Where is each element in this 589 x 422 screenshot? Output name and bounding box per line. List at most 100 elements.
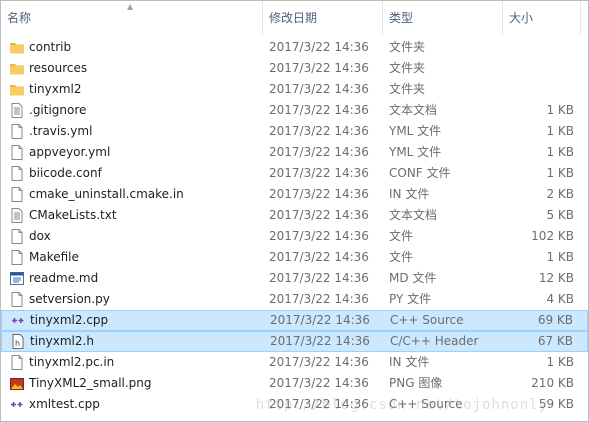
file-name: CMakeLists.txt	[29, 208, 117, 222]
file-type: 文件夹	[389, 61, 426, 75]
file-row[interactable]: readme.md 2017/3/22 14:36 MD 文件 12 KB	[1, 268, 588, 289]
file-row[interactable]: TinyXML2_small.png 2017/3/22 14:36 PNG 图…	[1, 373, 588, 394]
folder-icon	[9, 82, 25, 97]
svg-text:h: h	[15, 339, 20, 348]
file-type: C/C++ Header	[390, 334, 479, 348]
file-size: 69 KB	[537, 313, 573, 327]
file-type: IN 文件	[389, 355, 430, 369]
file-name: contrib	[29, 40, 72, 54]
file-row[interactable]: contrib 2017/3/22 14:36 文件夹	[1, 37, 588, 58]
blank-file-icon	[9, 292, 25, 307]
file-size: 5 KB	[546, 208, 574, 222]
file-type: CONF 文件	[389, 166, 451, 180]
file-type: 文本文档	[389, 208, 438, 222]
column-header-name[interactable]: 名称 ▲	[1, 1, 263, 34]
blank-file-icon	[9, 250, 25, 265]
file-row[interactable]: Makefile 2017/3/22 14:36 文件 1 KB	[1, 247, 588, 268]
file-size: 1 KB	[546, 355, 574, 369]
file-name: tinyxml2.h	[30, 334, 94, 348]
file-type: YML 文件	[389, 145, 442, 159]
folder-icon	[9, 40, 25, 55]
file-size: 1 KB	[546, 166, 574, 180]
file-date: 2017/3/22 14:36	[269, 187, 369, 201]
file-date: 2017/3/22 14:36	[269, 61, 369, 75]
file-row[interactable]: appveyor.yml 2017/3/22 14:36 YML 文件 1 KB	[1, 142, 588, 163]
file-type: 文件夹	[389, 82, 426, 96]
file-row[interactable]: CMakeLists.txt 2017/3/22 14:36 文本文档 5 KB	[1, 205, 588, 226]
file-size: 1 KB	[546, 103, 574, 117]
file-size: 1 KB	[546, 145, 574, 159]
file-row[interactable]: tinyxml2.pc.in 2017/3/22 14:36 IN 文件 1 K…	[1, 352, 588, 373]
file-date: 2017/3/22 14:36	[269, 397, 369, 411]
cpp-file-icon	[10, 313, 26, 328]
file-type: PNG 图像	[389, 376, 443, 390]
file-size: 67 KB	[537, 334, 573, 348]
blank-file-icon	[9, 166, 25, 181]
file-name: .gitignore	[29, 103, 87, 117]
file-type: PY 文件	[389, 292, 432, 306]
column-header-name-label: 名称	[7, 11, 32, 25]
file-size: 1 KB	[546, 124, 574, 138]
file-size: 2 KB	[546, 187, 574, 201]
file-row[interactable]: cmake_uninstall.cmake.in 2017/3/22 14:36…	[1, 184, 588, 205]
file-size: 210 KB	[531, 376, 574, 390]
file-date: 2017/3/22 14:36	[269, 166, 369, 180]
file-row[interactable]: dox 2017/3/22 14:36 文件 102 KB	[1, 226, 588, 247]
file-type: YML 文件	[389, 124, 442, 138]
file-row[interactable]: xmltest.cpp 2017/3/22 14:36 C++ Source 5…	[1, 394, 588, 415]
file-type: C++ Source	[389, 397, 463, 411]
column-header-size[interactable]: 大小	[503, 1, 581, 34]
file-row[interactable]: .travis.yml 2017/3/22 14:36 YML 文件 1 KB	[1, 121, 588, 142]
blank-file-icon	[9, 145, 25, 160]
file-name: appveyor.yml	[29, 145, 111, 159]
file-date: 2017/3/22 14:36	[269, 208, 369, 222]
file-date: 2017/3/22 14:36	[269, 271, 369, 285]
file-name: cmake_uninstall.cmake.in	[29, 187, 184, 201]
markdown-file-icon	[9, 271, 25, 286]
file-type: C++ Source	[390, 313, 464, 327]
blank-file-icon	[9, 229, 25, 244]
file-date: 2017/3/22 14:36	[269, 229, 369, 243]
text-file-icon	[9, 208, 25, 223]
column-header-type[interactable]: 类型	[383, 1, 503, 34]
file-name: tinyxml2	[29, 82, 82, 96]
file-size: 1 KB	[546, 250, 574, 264]
file-name: readme.md	[29, 271, 99, 285]
file-date: 2017/3/22 14:36	[269, 376, 369, 390]
blank-file-icon	[9, 355, 25, 370]
file-date: 2017/3/22 14:36	[269, 124, 369, 138]
text-file-icon	[9, 103, 25, 118]
folder-icon	[9, 61, 25, 76]
file-row[interactable]: biicode.conf 2017/3/22 14:36 CONF 文件 1 K…	[1, 163, 588, 184]
blank-file-icon	[9, 187, 25, 202]
file-row[interactable]: tinyxml2 2017/3/22 14:36 文件夹	[1, 79, 588, 100]
file-row[interactable]: setversion.py 2017/3/22 14:36 PY 文件 4 KB	[1, 289, 588, 310]
file-type: 文件	[389, 229, 414, 243]
file-size: 102 KB	[531, 229, 574, 243]
file-row[interactable]: resources 2017/3/22 14:36 文件夹	[1, 58, 588, 79]
file-date: 2017/3/22 14:36	[269, 82, 369, 96]
file-row[interactable]: h tinyxml2.h 2017/3/22 14:36 C/C++ Heade…	[1, 331, 588, 352]
file-type: 文本文档	[389, 103, 438, 117]
blank-file-icon	[9, 124, 25, 139]
column-header-date-label: 修改日期	[269, 11, 318, 25]
file-row[interactable]: tinyxml2.cpp 2017/3/22 14:36 C++ Source …	[1, 310, 588, 331]
file-type: MD 文件	[389, 271, 437, 285]
column-header-date[interactable]: 修改日期	[263, 1, 383, 34]
file-row[interactable]: .gitignore 2017/3/22 14:36 文本文档 1 KB	[1, 100, 588, 121]
file-date: 2017/3/22 14:36	[270, 334, 370, 348]
file-rows: contrib 2017/3/22 14:36 文件夹 resources 20…	[1, 37, 588, 415]
file-list-view: 名称 ▲ 修改日期 类型 大小 contrib 2017/3/22 14:36 …	[0, 0, 589, 422]
column-header-bar: 名称 ▲ 修改日期 类型 大小	[1, 1, 588, 34]
sort-ascending-icon: ▲	[127, 2, 134, 11]
file-date: 2017/3/22 14:36	[269, 250, 369, 264]
file-type: 文件夹	[389, 40, 426, 54]
file-name: biicode.conf	[29, 166, 102, 180]
file-type: IN 文件	[389, 187, 430, 201]
file-date: 2017/3/22 14:36	[270, 313, 370, 327]
file-date: 2017/3/22 14:36	[269, 103, 369, 117]
file-date: 2017/3/22 14:36	[269, 292, 369, 306]
image-file-icon	[9, 376, 25, 391]
file-type: 文件	[389, 250, 414, 264]
file-name: resources	[29, 61, 88, 75]
